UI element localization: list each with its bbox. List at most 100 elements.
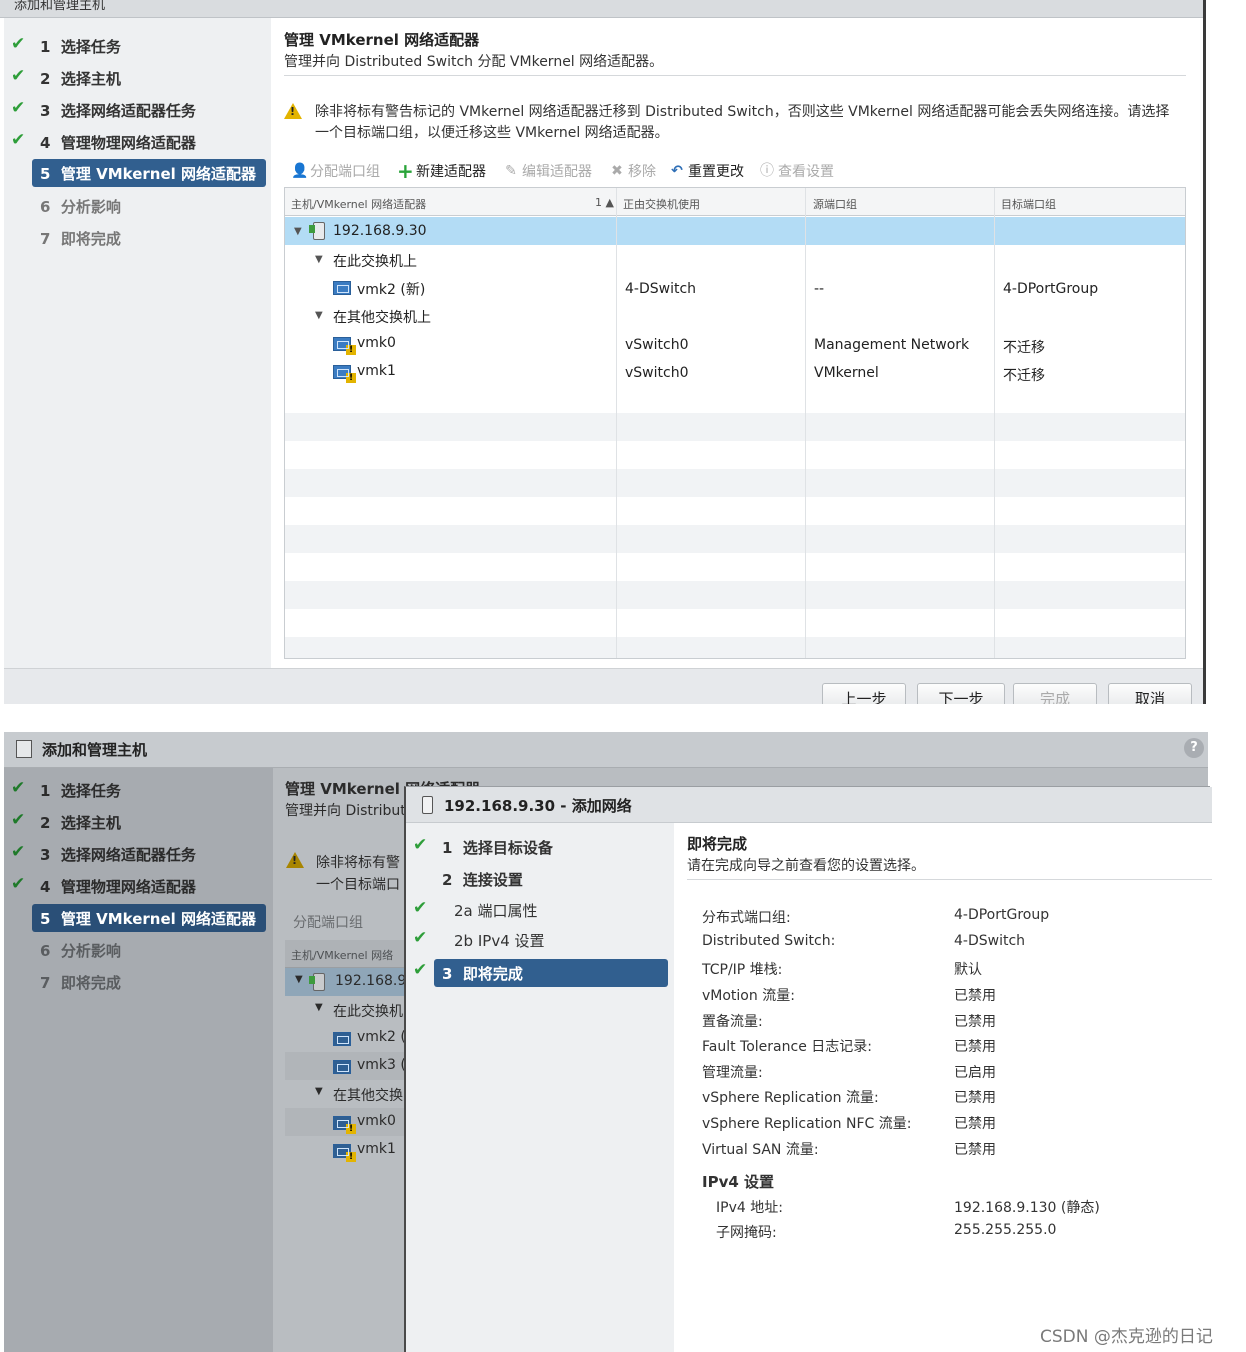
step-manage-physical-adapters[interactable]: ✔ 4 管理物理网络适配器	[4, 128, 271, 156]
wizard-content: 管理 VMkernel 网络适配器 管理并向 Distributed Switc…	[271, 18, 1203, 668]
cancel-button[interactable]: 取消	[1108, 683, 1192, 704]
assign-portgroup-button[interactable]: 👤 分配端口组	[291, 161, 380, 181]
vmkernel-adapter-icon	[333, 1032, 351, 1046]
column-divider	[805, 188, 806, 658]
collapse-icon[interactable]: ▼	[294, 226, 302, 237]
table-row: vmk1	[285, 1136, 415, 1164]
table-row: vmk3 (	[285, 1052, 415, 1080]
empty-row	[285, 469, 1185, 497]
sort-indicator[interactable]: 1 ▲	[595, 196, 614, 209]
window-title: 添加和管理主机	[14, 0, 106, 13]
page-subtitle: 管理并向 Distributed Switch 分配 VMkernel 网络适配…	[284, 54, 664, 70]
wizard-footer: 上一步 下一步 完成 取消	[4, 668, 1203, 704]
step-select-host: ✔ 2 选择主机	[11, 810, 121, 832]
warning-message: 除非将标有警告标记的 VMkernel 网络适配器迁移到 Distributed…	[315, 104, 1170, 141]
step-connection-settings[interactable]: 2 连接设置	[406, 865, 674, 893]
empty-row	[285, 497, 1185, 525]
dialog-title: 192.168.9.30 - 添加网络	[444, 797, 632, 815]
table-row: vmk0	[285, 1108, 415, 1136]
step-ready-to-complete[interactable]: 7 即将完成	[4, 224, 271, 252]
vmkernel-warning-icon	[333, 365, 356, 383]
top-wizard-screen: 添加和管理主机 ✔ 1 选择任务 ✔ 2 选择主机 ✔ 3 选择网络适配器任务 …	[0, 0, 1246, 704]
wizard-steps-nav: ✔ 1 选择任务 ✔ 2 选择主机 ✔ 3 选择网络适配器任务 ✔ 4 管理物理…	[4, 768, 273, 1352]
window-title-bar: 添加和管理主机 ?	[4, 732, 1208, 768]
step-manage-vmkernel-adapters: 5 管理 VMkernel 网络适配器	[32, 904, 266, 932]
table-row: ▼ 192.168.9.	[285, 968, 415, 996]
bottom-wizard-screen: 添加和管理主机 ? ✔ 1 选择任务 ✔ 2 选择主机 ✔ 3 选择网络适配器任…	[0, 732, 1246, 1352]
step-ready-to-complete: 7 即将完成	[40, 974, 121, 992]
pencil-icon: ✎	[505, 163, 517, 179]
table-row: ▼ 在其他交换	[315, 1086, 403, 1104]
assign-portgroup-label: 分配端口组	[293, 915, 363, 931]
check-icon: ✔	[413, 835, 428, 855]
vmkernel-warning-icon	[333, 337, 356, 355]
reset-changes-button[interactable]: ↶ 重置更改	[669, 161, 744, 181]
step-ready-to-complete[interactable]: 3 即将完成	[434, 959, 668, 987]
step-select-target-device[interactable]: ✔ 1 选择目标设备	[406, 833, 674, 861]
adapter-toolbar: 👤 分配端口组 + 新建适配器 ✎ 编辑适配器 ✖ 移除 ↶ 重置更改 ⓘ 查看设置	[291, 161, 1191, 185]
empty-row	[285, 553, 1185, 581]
view-settings-button[interactable]: ⓘ 查看设置	[759, 161, 834, 181]
col-target-portgroup[interactable]: 目标端口组	[1001, 196, 1056, 212]
collapse-icon[interactable]: ▼	[315, 310, 323, 321]
step-select-host[interactable]: ✔ 2 选择主机	[4, 64, 271, 92]
person-icon: 👤	[291, 163, 309, 179]
check-icon: ✔	[11, 98, 26, 118]
step-analyze-impact[interactable]: 6 分析影响	[4, 192, 271, 220]
collapse-icon[interactable]: ▼	[315, 254, 323, 265]
col-source-portgroup[interactable]: 源端口组	[813, 196, 857, 212]
back-button[interactable]: 上一步	[822, 683, 906, 704]
vmkernel-warning-icon	[333, 1144, 356, 1162]
info-icon: ⓘ	[760, 163, 774, 179]
check-icon: ✔	[11, 778, 26, 798]
step-manage-vmkernel-adapters[interactable]: 5 管理 VMkernel 网络适配器	[32, 159, 266, 187]
step-select-adapter-task: ✔ 3 选择网络适配器任务	[11, 842, 196, 864]
x-icon: ✖	[611, 163, 623, 179]
undo-icon: ↶	[671, 163, 683, 179]
table-row[interactable]: vmk1 vSwitch0 VMkernel 不迁移	[285, 357, 1185, 385]
page-title: 管理 VMkernel 网络适配器	[284, 31, 480, 49]
check-icon: ✔	[11, 66, 26, 86]
step-port-properties[interactable]: ✔ 2a 端口属性	[406, 896, 674, 924]
step-ipv4-settings[interactable]: ✔ 2b IPv4 设置	[406, 926, 674, 954]
table-row[interactable]: ▼ 192.168.9.30	[285, 217, 1185, 245]
check-icon: ✔	[413, 928, 428, 948]
window-title-bar: 添加和管理主机	[0, 0, 1206, 18]
empty-row	[285, 581, 1185, 609]
help-icon[interactable]: ?	[1184, 738, 1204, 758]
grid-header: 主机/VMkernel 网络适配器 1 ▲ 正由交换机使用 源端口组 目标端口组	[285, 188, 1185, 216]
col-in-use-by-switch[interactable]: 正由交换机使用	[623, 196, 700, 212]
step-select-adapter-task[interactable]: ✔ 3 选择网络适配器任务	[4, 96, 271, 124]
table-row[interactable]: ▼ 在其他交换机上	[285, 301, 1185, 329]
app-icon	[16, 740, 32, 758]
table-row: ▼ 在此交换机	[315, 1002, 403, 1020]
table-row[interactable]: vmk0 vSwitch0 Management Network 不迁移	[285, 329, 1185, 357]
check-icon: ✔	[11, 874, 26, 894]
col-host-adapter[interactable]: 主机/VMkernel 网络适配器	[291, 196, 426, 212]
empty-row	[285, 637, 1185, 658]
empty-row	[285, 609, 1185, 637]
column-divider	[994, 188, 995, 658]
check-icon: ✔	[413, 960, 428, 980]
divider	[284, 75, 1186, 76]
next-button[interactable]: 下一步	[917, 683, 1005, 704]
column-divider	[616, 188, 617, 658]
warning-icon: !	[286, 852, 304, 868]
divider	[687, 879, 1212, 880]
remove-button[interactable]: ✖ 移除	[609, 161, 656, 181]
edit-adapter-button[interactable]: ✎ 编辑适配器	[503, 161, 592, 181]
step-select-task[interactable]: ✔ 1 选择任务	[4, 32, 271, 60]
empty-row	[285, 441, 1185, 469]
vmkernel-adapter-icon	[333, 281, 351, 295]
dialog-title-bar: 192.168.9.30 - 添加网络	[406, 787, 1212, 823]
empty-row	[285, 385, 1185, 413]
step-manage-physical-adapters: ✔ 4 管理物理网络适配器	[11, 874, 196, 896]
new-adapter-button[interactable]: + 新建适配器	[397, 161, 486, 181]
step-select-task: ✔ 1 选择任务	[11, 778, 121, 800]
host-icon	[309, 222, 325, 240]
finish-button[interactable]: 完成	[1013, 683, 1097, 704]
table-row[interactable]: ▼ 在此交换机上	[285, 245, 1185, 273]
warning-icon: !	[284, 103, 302, 119]
step-analyze-impact: 6 分析影响	[40, 942, 121, 960]
table-row[interactable]: vmk2 (新) 4-DSwitch -- 4-DPortGroup	[285, 273, 1185, 301]
